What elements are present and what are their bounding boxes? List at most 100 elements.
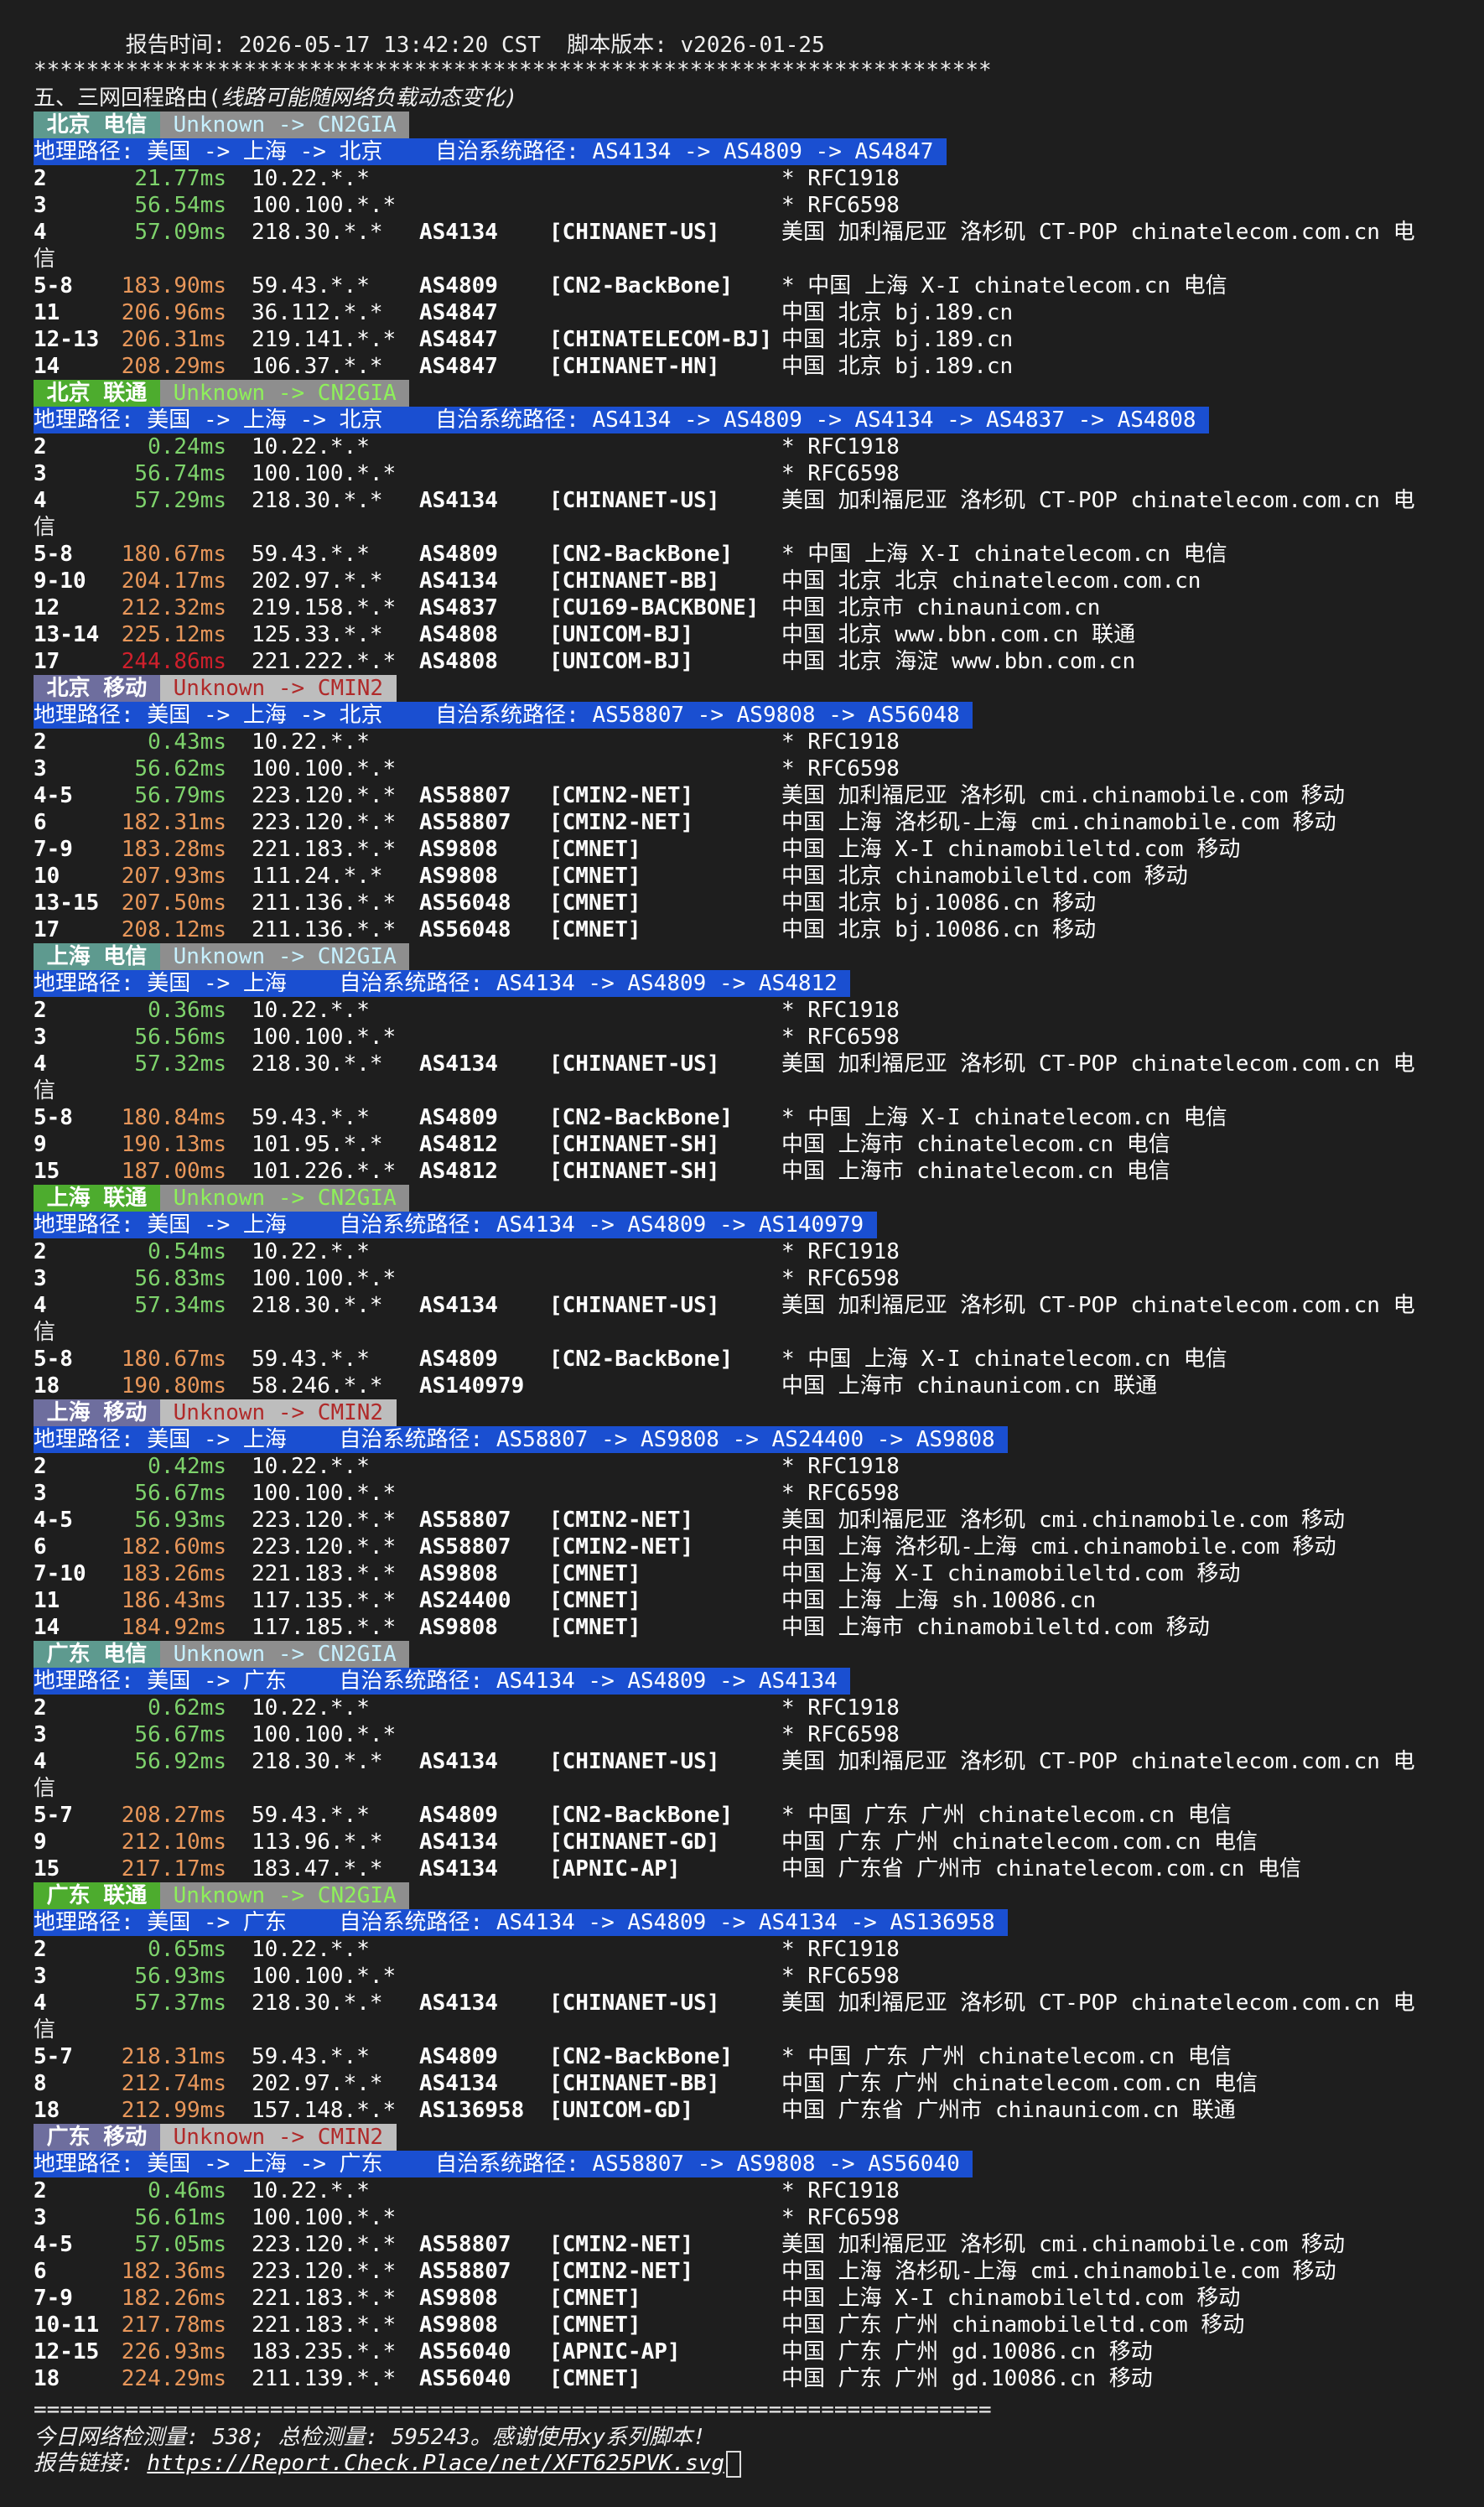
- hop-row: 2 0.24ms 10.22.*.* * RFC1918: [0, 433, 1484, 460]
- hop-network: [CN2-BackBone]: [549, 1347, 734, 1372]
- hop-ip: 202.97.*.*: [252, 568, 383, 594]
- isp-tag-line: 广东 电信 Unknown -> CN2GIA: [34, 1641, 410, 1668]
- hop-location: 美国 加利福尼亚 洛杉矶 CT-POP chinatelecom.com.cn …: [781, 1051, 1415, 1077]
- hop-latency: 0.42ms: [148, 1454, 226, 1479]
- hop-location: * RFC1918: [781, 2178, 900, 2203]
- hop-ip: 100.100.*.*: [252, 1025, 397, 1050]
- hop-asn: AS9808: [419, 2312, 498, 2338]
- hop-network: [CHINANET-US]: [549, 1293, 720, 1318]
- geo-path-bar: 地理路径: 美国 -> 上海 -> 北京 自治系统路径: AS58807 -> …: [34, 702, 973, 729]
- hop-number: 11: [34, 1588, 60, 1613]
- hop-asn: AS56048: [419, 917, 511, 942]
- hop-asn: AS4134: [419, 568, 498, 594]
- hop-ip: 157.148.*.*: [252, 2098, 397, 2123]
- hop-asn: AS4134: [419, 1991, 498, 2016]
- hop-ip: 101.95.*.*: [252, 1132, 383, 1157]
- hop-ip: 59.43.*.*: [252, 2044, 370, 2069]
- hop-location-wrap: 信: [34, 1078, 56, 1103]
- hop-number: 3: [34, 1481, 47, 1506]
- hop-ip: 10.22.*.*: [252, 998, 370, 1023]
- hop-location: * 中国 上海 X-I chinatelecom.cn 电信: [781, 273, 1227, 298]
- hop-number: 4: [34, 1749, 47, 1774]
- hop-number: 3: [34, 756, 47, 781]
- hop-ip: 221.183.*.*: [252, 837, 397, 862]
- hop-network: [CMNET]: [549, 890, 641, 916]
- hop-row: 3 56.61ms 100.100.*.* * RFC6598: [0, 2204, 1484, 2231]
- hop-ip: 221.183.*.*: [252, 1561, 397, 1586]
- hop-latency: 0.36ms: [148, 998, 226, 1023]
- geo-path-bar: 地理路径: 美国 -> 上海 -> 北京 自治系统路径: AS4134 -> A…: [34, 407, 1210, 433]
- hop-number: 17: [34, 917, 60, 942]
- hop-number: 2: [34, 2178, 47, 2203]
- hop-ip: 59.43.*.*: [252, 542, 370, 567]
- hop-location: * RFC6598: [781, 1964, 900, 1989]
- hop-latency: 0.65ms: [148, 1937, 226, 1962]
- hop-latency: 0.43ms: [148, 729, 226, 755]
- hop-latency: 56.74ms: [134, 461, 226, 486]
- route-type-tag: Unknown -> CN2GIA: [159, 1882, 410, 1909]
- report-link[interactable]: https://Report.Check.Place/net/XFT625PVK…: [147, 2451, 724, 2476]
- hop-network: [CHINANET-HN]: [549, 354, 720, 379]
- hop-asn: AS9808: [419, 1615, 498, 1640]
- hop-ip: 221.183.*.*: [252, 2286, 397, 2311]
- isp-tag-line: 上海 联通 Unknown -> CN2GIA: [34, 1185, 410, 1212]
- hop-latency: 212.32ms: [121, 595, 226, 620]
- hop-number: 3: [34, 2205, 47, 2230]
- hop-row: 17 244.86ms 221.222.*.* AS4808 [UNICOM-BJ] 中国…: [0, 648, 1484, 675]
- hop-network: [UNICOM-GD]: [549, 2098, 694, 2123]
- hop-latency: 212.10ms: [121, 1830, 226, 1855]
- isp-tag: 上海 联通: [34, 1185, 160, 1212]
- hop-number: 8: [34, 2071, 47, 2096]
- hop-row: 2 0.54ms 10.22.*.* * RFC1918: [0, 1238, 1484, 1265]
- hop-latency: 56.61ms: [134, 2205, 226, 2230]
- hop-number: 3: [34, 1025, 47, 1050]
- hop-row: 3 56.56ms 100.100.*.* * RFC6598: [0, 1024, 1484, 1051]
- hop-network: [CHINANET-US]: [549, 220, 720, 245]
- hop-latency: 208.29ms: [121, 354, 226, 379]
- hop-location: * RFC6598: [781, 1025, 900, 1050]
- hop-location: 中国 广东 广州 chinatelecom.com.cn 电信: [781, 1830, 1258, 1855]
- hop-row: 15 187.00ms 101.226.*.* AS4812 [CHINANET-SH]…: [0, 1158, 1484, 1185]
- hop-network: [CMNET]: [549, 1615, 641, 1640]
- hop-network: [CHINANET-BB]: [549, 2071, 720, 2096]
- route-type-tag: Unknown -> CN2GIA: [159, 943, 410, 970]
- hop-location: * RFC6598: [781, 1722, 900, 1747]
- isp-tag-line: 北京 电信 Unknown -> CN2GIA: [34, 112, 410, 138]
- hop-row: 4 57.09ms 218.30.*.* AS4134 [CHINANET-US] 美国 …: [0, 219, 1484, 246]
- hop-asn: AS4134: [419, 1051, 498, 1077]
- hop-number: 10: [34, 864, 60, 889]
- hop-asn: AS4847: [419, 354, 498, 379]
- hop-number: 3: [34, 193, 47, 218]
- hop-location: * RFC6598: [781, 461, 900, 486]
- hop-ip: 221.183.*.*: [252, 2312, 397, 2338]
- hop-ip: 202.97.*.*: [252, 2071, 383, 2096]
- hop-number: 6: [34, 810, 47, 835]
- hop-network: [CMNET]: [549, 917, 641, 942]
- hop-ip: 223.120.*.*: [252, 2259, 397, 2284]
- hop-location: 美国 加利福尼亚 洛杉矶 CT-POP chinatelecom.com.cn …: [781, 1293, 1415, 1318]
- hop-row: 9 190.13ms 101.95.*.* AS4812 [CHINANET-SH] 中国…: [0, 1131, 1484, 1158]
- geo-path-bar: 地理路径: 美国 -> 广东 自治系统路径: AS4134 -> AS4809 …: [34, 1668, 851, 1695]
- hop-number: 2: [34, 1695, 47, 1721]
- hop-ip: 10.22.*.*: [252, 729, 370, 755]
- hop-row: 3 56.83ms 100.100.*.* * RFC6598: [0, 1265, 1484, 1292]
- hop-number: 11: [34, 300, 60, 325]
- hop-row: 2 21.77ms 10.22.*.* * RFC1918: [0, 165, 1484, 192]
- hop-latency: 212.74ms: [121, 2071, 226, 2096]
- hop-row: 5-7 208.27ms 59.43.*.* AS4809 [CN2-BackBone]…: [0, 1802, 1484, 1829]
- hop-number: 6: [34, 1534, 47, 1560]
- hop-asn: AS4809: [419, 2044, 498, 2069]
- hop-row: 2 0.36ms 10.22.*.* * RFC1918: [0, 997, 1484, 1024]
- hop-ip: 218.30.*.*: [252, 1051, 383, 1077]
- hop-latency: 207.93ms: [121, 864, 226, 889]
- hop-network: [CMIN2-NET]: [549, 2232, 694, 2257]
- hop-row: 11 186.43ms 117.135.*.* AS24400 [CMNET] 中国 上海…: [0, 1587, 1484, 1614]
- hop-number: 18: [34, 1373, 60, 1399]
- hop-latency: 56.54ms: [134, 193, 226, 218]
- hop-asn: AS9808: [419, 837, 498, 862]
- hop-latency: 0.54ms: [148, 1239, 226, 1264]
- geo-path-bar: 地理路径: 美国 -> 广东 自治系统路径: AS4134 -> AS4809 …: [34, 1909, 1009, 1936]
- hop-location: 中国 北京 bj.189.cn: [781, 327, 1014, 352]
- hop-location: * RFC6598: [781, 1481, 900, 1506]
- hop-network: [UNICOM-BJ]: [549, 649, 694, 674]
